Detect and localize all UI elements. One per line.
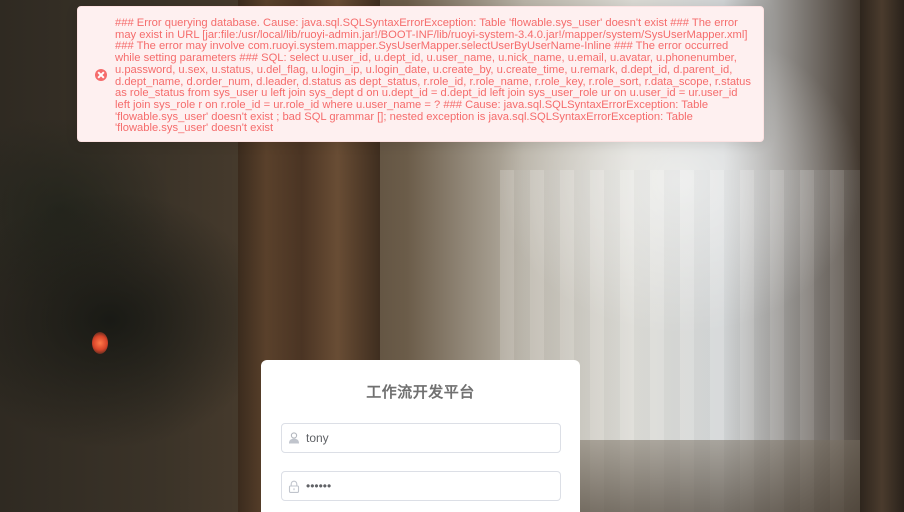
background-window-frame [860, 0, 904, 512]
login-form: 工作流开发平台 [261, 360, 580, 512]
error-message-text: ### Error querying database. Cause: java… [115, 17, 751, 135]
login-title: 工作流开发平台 [366, 384, 475, 401]
user-icon [289, 432, 299, 444]
background-light [92, 332, 108, 354]
circle-close-icon [95, 69, 107, 81]
username-field[interactable] [281, 423, 561, 453]
username-input[interactable] [306, 424, 556, 452]
password-field[interactable] [281, 471, 561, 501]
login-page: ### Error querying database. Cause: java… [0, 0, 904, 512]
background-image [0, 120, 250, 512]
password-input[interactable] [306, 472, 556, 500]
error-message-toast: ### Error querying database. Cause: java… [77, 6, 764, 142]
lock-icon [288, 480, 300, 493]
